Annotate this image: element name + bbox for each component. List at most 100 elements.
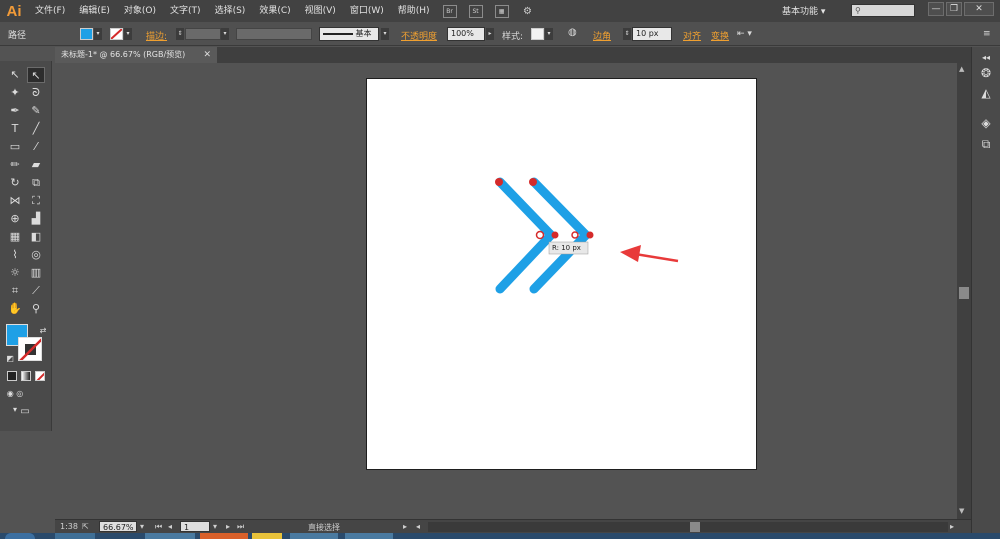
close-window-button[interactable]: ✕ (964, 2, 994, 16)
first-artboard-icon[interactable]: ⏮ (155, 522, 162, 532)
taskbar-app[interactable] (145, 533, 195, 539)
document-tab[interactable]: 未标题-1* @ 66.67% (RGB/预览) ✕ (55, 47, 217, 63)
artboard-tool-icon[interactable]: ⌗ (6, 283, 24, 299)
selection-tool-icon[interactable]: ↖ (6, 67, 24, 83)
opacity-label[interactable]: 不透明度 (401, 29, 437, 42)
scroll-down-icon[interactable]: ▼ (959, 507, 964, 515)
workspace-switcher[interactable]: 基本功能 ▾ (782, 4, 825, 17)
gradient-tool-icon[interactable]: ◧ (27, 229, 45, 245)
blend-tool-icon[interactable]: ◎ (27, 247, 45, 263)
pencil-tool-icon[interactable]: ✏ (6, 157, 24, 173)
stroke-dropdown-icon[interactable]: ▾ (124, 28, 132, 40)
type-tool-icon[interactable]: T (6, 121, 24, 137)
artboard-number-field[interactable]: 1 (180, 521, 210, 532)
graphic-style-dropdown-icon[interactable]: ▾ (545, 28, 553, 40)
zoom-field[interactable]: 66.67% (99, 521, 137, 532)
hand-tool-icon[interactable]: ✋ (6, 301, 24, 317)
vertical-scroll-thumb[interactable] (959, 287, 969, 299)
last-artboard-icon[interactable]: ⏭ (237, 522, 244, 532)
recolor-artwork-icon[interactable]: ◍ (568, 27, 577, 38)
taskbar-app[interactable] (290, 533, 338, 539)
menu-help[interactable]: 帮助(H) (391, 0, 437, 22)
stroke-swatch[interactable] (110, 28, 123, 40)
menu-type[interactable]: 文字(T) (163, 0, 208, 22)
brush-definition[interactable]: 基本 (319, 27, 379, 41)
close-tab-button[interactable]: ✕ (203, 47, 211, 63)
menu-object[interactable]: 对象(O) (117, 0, 163, 22)
brush-dropdown-icon[interactable]: ▾ (381, 28, 389, 40)
taskbar-app[interactable] (200, 533, 248, 539)
curvature-tool-icon[interactable]: ✎ (27, 103, 45, 119)
taskbar-app[interactable] (252, 533, 282, 539)
panel-menu-icon[interactable]: ≡ (983, 29, 991, 39)
minimize-button[interactable]: — (928, 2, 944, 16)
artboard-dropdown-icon[interactable]: ▾ (213, 522, 217, 531)
stroke-weight-stepper[interactable]: ⇕ (176, 28, 184, 40)
gpu-performance-icon[interactable]: ⚙ (521, 5, 535, 18)
rectangle-tool-icon[interactable]: ▭ (6, 139, 24, 155)
menu-window[interactable]: 窗口(W) (343, 0, 391, 22)
eraser-tool-icon[interactable]: ▰ (27, 157, 45, 173)
color-mode-button[interactable] (7, 371, 17, 381)
opacity-dropdown-icon[interactable]: ▸ (486, 28, 494, 40)
stroke-color-box[interactable] (18, 337, 42, 361)
shape-builder-tool-icon[interactable]: ⊕ (6, 211, 24, 227)
export-icon[interactable]: ⇱ (82, 522, 89, 531)
rotate-tool-icon[interactable]: ↻ (6, 175, 24, 191)
artboards-panel-icon[interactable]: ⧉ (976, 135, 996, 153)
paintbrush-tool-icon[interactable]: ⁄ (27, 139, 45, 155)
perspective-grid-tool-icon[interactable]: ▟ (27, 211, 45, 227)
fill-swatch[interactable] (80, 28, 93, 40)
gradient-mode-button[interactable] (21, 371, 31, 381)
magic-wand-tool-icon[interactable]: ✦ (6, 85, 24, 101)
free-transform-tool-icon[interactable]: ⛶ (27, 193, 45, 209)
corner-label[interactable]: 边角 (593, 29, 611, 42)
bridge-button[interactable]: Br (442, 4, 457, 18)
arrange-documents-icon[interactable]: ▦ (494, 4, 509, 18)
mesh-tool-icon[interactable]: ▦ (6, 229, 24, 245)
menu-effect[interactable]: 效果(C) (252, 0, 297, 22)
scroll-up-icon[interactable]: ▲ (959, 65, 964, 73)
fill-dropdown-icon[interactable]: ▾ (94, 28, 102, 40)
symbol-sprayer-tool-icon[interactable]: ☼ (6, 265, 24, 281)
taskbar-app[interactable] (55, 533, 95, 539)
stroke-weight-field[interactable] (185, 28, 221, 40)
stroke-weight-dropdown-icon[interactable]: ▾ (221, 28, 229, 40)
menu-edit[interactable]: 编辑(E) (72, 0, 117, 22)
direct-selection-tool-icon[interactable]: ↖ (27, 67, 45, 83)
graphic-style-swatch[interactable] (531, 28, 544, 40)
next-artboard-icon[interactable]: ▸ (226, 522, 230, 531)
pen-tool-icon[interactable]: ✒ (6, 103, 24, 119)
zoom-dropdown-icon[interactable]: ▾ (140, 522, 144, 531)
scroll-right-icon[interactable]: ▸ (950, 522, 954, 531)
horizontal-scroll-thumb[interactable] (690, 522, 700, 532)
transform-label[interactable]: 变换 (711, 29, 729, 42)
scale-tool-icon[interactable]: ⧉ (27, 175, 45, 191)
isolate-icon[interactable]: ⇤ ▾ (737, 29, 752, 39)
lasso-tool-icon[interactable]: ᘐ (27, 85, 45, 101)
swap-fill-stroke-icon[interactable]: ⇄ (34, 323, 52, 339)
start-button[interactable] (5, 533, 35, 539)
color-panel-icon[interactable]: ❂ (976, 64, 996, 82)
layers-panel-icon[interactable]: ◈ (976, 114, 996, 132)
eyedropper-tool-icon[interactable]: ⌇ (6, 247, 24, 263)
line-tool-icon[interactable]: ╱ (27, 121, 45, 137)
stock-button[interactable]: St (468, 4, 483, 18)
align-label[interactable]: 对齐 (683, 29, 701, 42)
vertical-scrollbar[interactable]: ▲ ▼ (957, 63, 971, 519)
scroll-left-icon[interactable]: ◂ (416, 522, 420, 531)
menu-select[interactable]: 选择(S) (208, 0, 253, 22)
previous-artboard-icon[interactable]: ◂ (168, 522, 172, 531)
status-menu-icon[interactable]: ▸ (403, 522, 407, 531)
taskbar-app[interactable] (345, 533, 393, 539)
none-mode-button[interactable] (35, 371, 45, 381)
variable-width-profile[interactable] (236, 28, 312, 40)
default-colors-icon[interactable]: ◩ (1, 351, 19, 367)
color-guide-panel-icon[interactable]: ◭ (976, 84, 996, 102)
opacity-field[interactable]: 100% (447, 27, 485, 41)
corner-radius-field[interactable]: 10 px (632, 27, 672, 41)
search-input[interactable]: ⚲ (851, 4, 915, 17)
restore-button[interactable]: ❐ (946, 2, 962, 16)
slice-tool-icon[interactable]: ⟋ (27, 283, 45, 299)
draw-mode-icon[interactable]: ◉ ◎ ▾ (6, 386, 24, 414)
